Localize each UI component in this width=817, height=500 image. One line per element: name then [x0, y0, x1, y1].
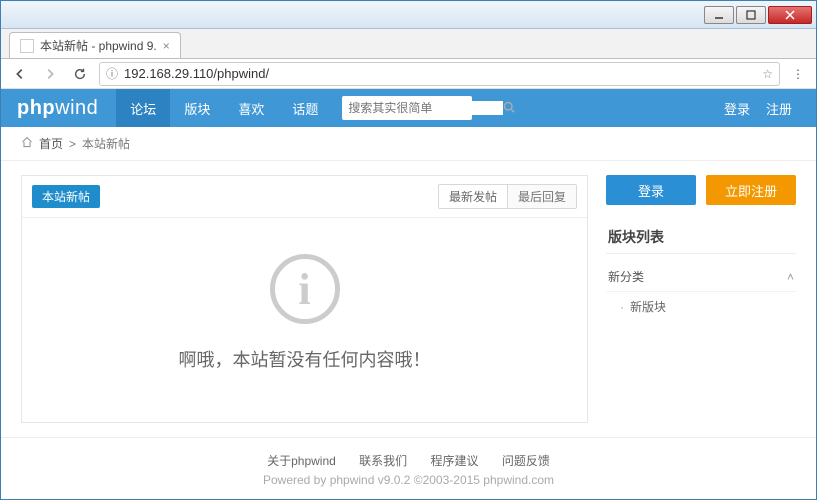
empty-message: 啊哦，本站暂没有任何内容哦！ — [22, 346, 587, 372]
window-titlebar — [1, 1, 816, 29]
category-name: 新分类 — [608, 268, 644, 285]
page-viewport: phpwind 论坛 版块 喜欢 话题 登录 注册 首页 > 本站新帖 — [1, 89, 816, 499]
empty-state: i 啊哦，本站暂没有任何内容哦！ — [22, 218, 587, 422]
search-icon[interactable] — [503, 101, 515, 116]
window-maximize-button[interactable] — [736, 6, 766, 24]
browser-tab[interactable]: 本站新帖 - phpwind 9. × — [9, 32, 181, 58]
window-minimize-button[interactable] — [704, 6, 734, 24]
footer-link-feedback[interactable]: 问题反馈 — [502, 454, 550, 468]
sidebar-section-title: 版块列表 — [606, 221, 796, 254]
breadcrumb: 首页 > 本站新帖 — [1, 127, 816, 161]
logo-text-suffix: wind — [55, 97, 98, 119]
sidebar: 登录 立即注册 版块列表 新分类 ˄ 新版块 — [606, 175, 796, 423]
sort-last-reply[interactable]: 最后回复 — [507, 185, 576, 208]
logo-text-prefix: php — [17, 97, 55, 119]
sort-latest-post[interactable]: 最新发帖 — [439, 185, 507, 208]
browser-toolbar: ⓘ ☆ ⋮ — [1, 59, 816, 89]
nav-item-likes[interactable]: 喜欢 — [224, 89, 278, 127]
site-header: phpwind 论坛 版块 喜欢 话题 登录 注册 — [1, 89, 816, 127]
main-panel: 本站新帖 最新发帖 最后回复 i 啊哦，本站暂没有任何内容哦！ — [21, 175, 588, 423]
favicon-icon — [20, 39, 34, 53]
url-input[interactable] — [124, 66, 756, 81]
search-input[interactable] — [348, 101, 503, 115]
footer-link-suggest[interactable]: 程序建议 — [431, 454, 479, 468]
home-icon — [21, 136, 33, 151]
browser-menu-button[interactable]: ⋮ — [788, 67, 808, 81]
main-active-tab[interactable]: 本站新帖 — [32, 185, 100, 208]
bookmark-star-icon[interactable]: ☆ — [762, 67, 773, 81]
info-icon: i — [270, 254, 340, 324]
nav-item-boards[interactable]: 版块 — [170, 89, 224, 127]
nav-item-forum[interactable]: 论坛 — [116, 89, 170, 127]
sidebar-login-button[interactable]: 登录 — [606, 175, 696, 205]
breadcrumb-current: 本站新帖 — [82, 135, 130, 152]
nav-back-button[interactable] — [9, 63, 31, 85]
sidebar-register-button[interactable]: 立即注册 — [706, 175, 796, 205]
chevron-up-icon: ˄ — [787, 270, 794, 284]
category-header[interactable]: 新分类 ˄ — [606, 262, 796, 292]
site-footer: 关于phpwind 联系我们 程序建议 问题反馈 Powered by phpw… — [1, 437, 816, 497]
header-register-link[interactable]: 注册 — [758, 99, 800, 118]
site-logo[interactable]: phpwind — [17, 97, 98, 120]
address-bar[interactable]: ⓘ ☆ — [99, 62, 780, 86]
category-child-item[interactable]: 新版块 — [606, 292, 796, 321]
browser-tabstrip: 本站新帖 - phpwind 9. × — [1, 29, 816, 59]
nav-forward-button[interactable] — [39, 63, 61, 85]
header-login-link[interactable]: 登录 — [716, 99, 758, 118]
footer-link-about[interactable]: 关于phpwind — [267, 454, 336, 468]
breadcrumb-home[interactable]: 首页 — [39, 135, 63, 152]
site-search[interactable] — [342, 96, 472, 120]
site-info-icon[interactable]: ⓘ — [106, 65, 118, 82]
nav-reload-button[interactable] — [69, 63, 91, 85]
footer-powered-by: Powered by phpwind v9.0.2 ©2003-2015 php… — [1, 473, 816, 487]
breadcrumb-separator: > — [69, 137, 76, 151]
tab-close-icon[interactable]: × — [163, 39, 170, 53]
nav-item-topics[interactable]: 话题 — [278, 89, 332, 127]
sort-toggle: 最新发帖 最后回复 — [438, 184, 577, 209]
footer-link-contact[interactable]: 联系我们 — [359, 454, 407, 468]
window-close-button[interactable] — [768, 6, 812, 24]
tab-title: 本站新帖 - phpwind 9. — [40, 37, 157, 54]
